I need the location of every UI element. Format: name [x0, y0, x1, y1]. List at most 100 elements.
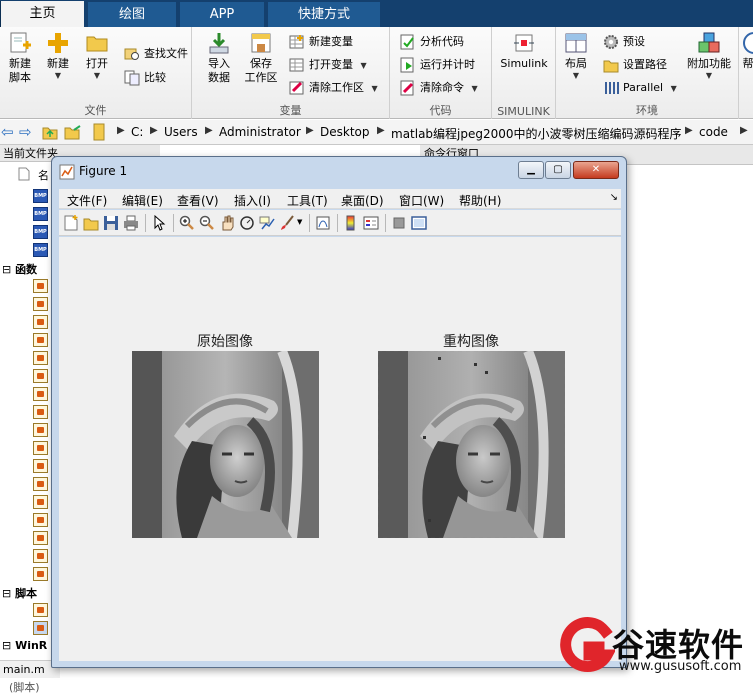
- chevron-right-icon: ▶: [150, 125, 158, 136]
- show-plot-tools-icon[interactable]: [411, 215, 427, 231]
- layout-button[interactable]: 布局 ▼: [556, 31, 596, 81]
- bmp-file-icon[interactable]: BMP: [33, 207, 48, 221]
- preferences-button[interactable]: 预设: [603, 32, 645, 52]
- figure-titlebar[interactable]: Figure 1 ▁ ▢ ✕: [52, 157, 626, 185]
- zoom-in-icon[interactable]: [179, 215, 195, 231]
- analyze-code-button[interactable]: 分析代码: [400, 32, 464, 52]
- breadcrumb-code[interactable]: code: [699, 125, 728, 139]
- new-button[interactable]: 新建 ▼: [38, 31, 78, 81]
- bmp-file-icon[interactable]: BMP: [33, 189, 48, 203]
- tab-shortcuts[interactable]: 快捷方式: [268, 2, 380, 27]
- dock-arrow-icon[interactable]: ↘: [610, 192, 618, 203]
- hide-plot-tools-icon[interactable]: [391, 215, 407, 231]
- m-file-icon[interactable]: [33, 441, 48, 455]
- minimize-button[interactable]: ▁: [518, 161, 544, 179]
- open-button[interactable]: 打开 ▼: [77, 31, 117, 81]
- m-file-icon[interactable]: [33, 495, 48, 509]
- menu-file[interactable]: 文件(F): [67, 192, 107, 209]
- m-file-icon[interactable]: [33, 567, 48, 581]
- open-file-icon[interactable]: [83, 215, 99, 231]
- print-icon[interactable]: [123, 215, 139, 231]
- find-files-button[interactable]: 查找文件: [124, 44, 188, 64]
- breadcrumb-drive[interactable]: C:: [131, 125, 143, 139]
- m-file-icon[interactable]: [33, 513, 48, 527]
- menu-tools[interactable]: 工具(T): [287, 192, 328, 209]
- set-path-button[interactable]: 设置路径: [603, 55, 667, 75]
- m-file-icon[interactable]: [33, 549, 48, 563]
- menu-insert[interactable]: 插入(I): [234, 192, 271, 209]
- new-variable-button[interactable]: 新建变量: [289, 32, 353, 52]
- menu-edit[interactable]: 编辑(E): [122, 192, 163, 209]
- add-ons-button[interactable]: 附加功能 ▼: [682, 31, 736, 81]
- m-file-icon[interactable]: [33, 387, 48, 401]
- m-file-icon[interactable]: [33, 405, 48, 419]
- menu-view[interactable]: 查看(V): [177, 192, 219, 209]
- group-functions[interactable]: ⊟ 函数: [2, 261, 37, 277]
- m-file-icon-selected[interactable]: [33, 621, 48, 635]
- tab-apps[interactable]: APP: [180, 2, 264, 27]
- legend-icon[interactable]: [363, 215, 379, 231]
- forward-arrow-icon[interactable]: ⇨: [19, 123, 32, 141]
- m-file-icon[interactable]: [33, 459, 48, 473]
- run-and-time-button[interactable]: 运行并计时: [400, 55, 475, 75]
- compare-button[interactable]: 比较: [124, 68, 166, 88]
- m-file-icon[interactable]: [33, 315, 48, 329]
- edit-plot-arrow-icon[interactable]: [151, 215, 167, 231]
- back-arrow-icon[interactable]: ⇦: [1, 123, 14, 141]
- tab-home[interactable]: 主页: [0, 1, 84, 27]
- data-cursor-icon[interactable]: [259, 215, 275, 231]
- save-icon[interactable]: [103, 215, 119, 231]
- figure-canvas[interactable]: 原始图像: [59, 237, 621, 661]
- m-file-icon[interactable]: [33, 369, 48, 383]
- maximize-button[interactable]: ▢: [545, 161, 571, 179]
- group-scripts[interactable]: ⊟ 脚本: [2, 585, 37, 601]
- toolbar-divider: [385, 214, 386, 232]
- m-file-icon[interactable]: [33, 279, 48, 293]
- maximize-icon: ▢: [553, 164, 562, 175]
- brush-icon[interactable]: [279, 215, 295, 231]
- bmp-file-icon[interactable]: BMP: [33, 225, 48, 239]
- bmp-file-icon[interactable]: BMP: [33, 243, 48, 257]
- name-column-header[interactable]: 名: [38, 167, 49, 183]
- rotate-3d-icon[interactable]: [239, 215, 255, 231]
- m-file-icon[interactable]: [33, 423, 48, 437]
- m-file-icon[interactable]: [33, 333, 48, 347]
- breadcrumb-administrator[interactable]: Administrator: [219, 125, 301, 139]
- m-file-icon[interactable]: [33, 297, 48, 311]
- chevron-right-icon: ▶: [117, 125, 125, 136]
- parallel-icon: [603, 80, 619, 96]
- tab-plots[interactable]: 绘图: [88, 2, 176, 27]
- parallel-button[interactable]: Parallel ▼: [603, 78, 677, 98]
- breadcrumb-project-folder[interactable]: matlab编程jpeg2000中的小波零树压缩编码源码程序: [391, 125, 684, 142]
- group-winrar[interactable]: ⊟ WinR: [2, 639, 47, 652]
- menu-window[interactable]: 窗口(W): [399, 192, 444, 209]
- zoom-out-icon[interactable]: [199, 215, 215, 231]
- close-button[interactable]: ✕: [573, 161, 619, 179]
- new-script-button[interactable]: 新建 脚本: [0, 31, 40, 85]
- help-button[interactable]: 帮: [741, 31, 753, 71]
- breadcrumb-desktop[interactable]: Desktop: [320, 125, 370, 139]
- import-data-button[interactable]: 导入 数据: [199, 31, 239, 85]
- original-image: [132, 351, 319, 538]
- link-plot-icon[interactable]: [315, 215, 331, 231]
- m-file-icon[interactable]: [33, 477, 48, 491]
- breadcrumb-users[interactable]: Users: [164, 125, 198, 139]
- browse-folder-icon[interactable]: [64, 124, 82, 143]
- gususoft-logo: [559, 617, 615, 673]
- clear-workspace-button[interactable]: 清除工作区 ▼: [289, 78, 378, 98]
- m-file-icon[interactable]: [33, 603, 48, 617]
- colorbar-icon[interactable]: [343, 215, 359, 231]
- chevron-down-icon[interactable]: ▼: [297, 218, 302, 226]
- up-folder-icon[interactable]: [42, 124, 58, 143]
- open-variable-button[interactable]: 打开变量 ▼: [289, 55, 367, 75]
- toolbar-divider: [309, 214, 310, 232]
- m-file-icon[interactable]: [33, 531, 48, 545]
- menu-desktop[interactable]: 桌面(D): [341, 192, 384, 209]
- menu-help[interactable]: 帮助(H): [459, 192, 501, 209]
- clear-commands-button[interactable]: 清除命令 ▼: [400, 78, 478, 98]
- save-workspace-button[interactable]: 保存 工作区: [241, 31, 281, 85]
- new-figure-icon[interactable]: [63, 215, 79, 231]
- pan-hand-icon[interactable]: [219, 215, 235, 231]
- simulink-button[interactable]: Simulink: [498, 31, 550, 71]
- m-file-icon[interactable]: [33, 351, 48, 365]
